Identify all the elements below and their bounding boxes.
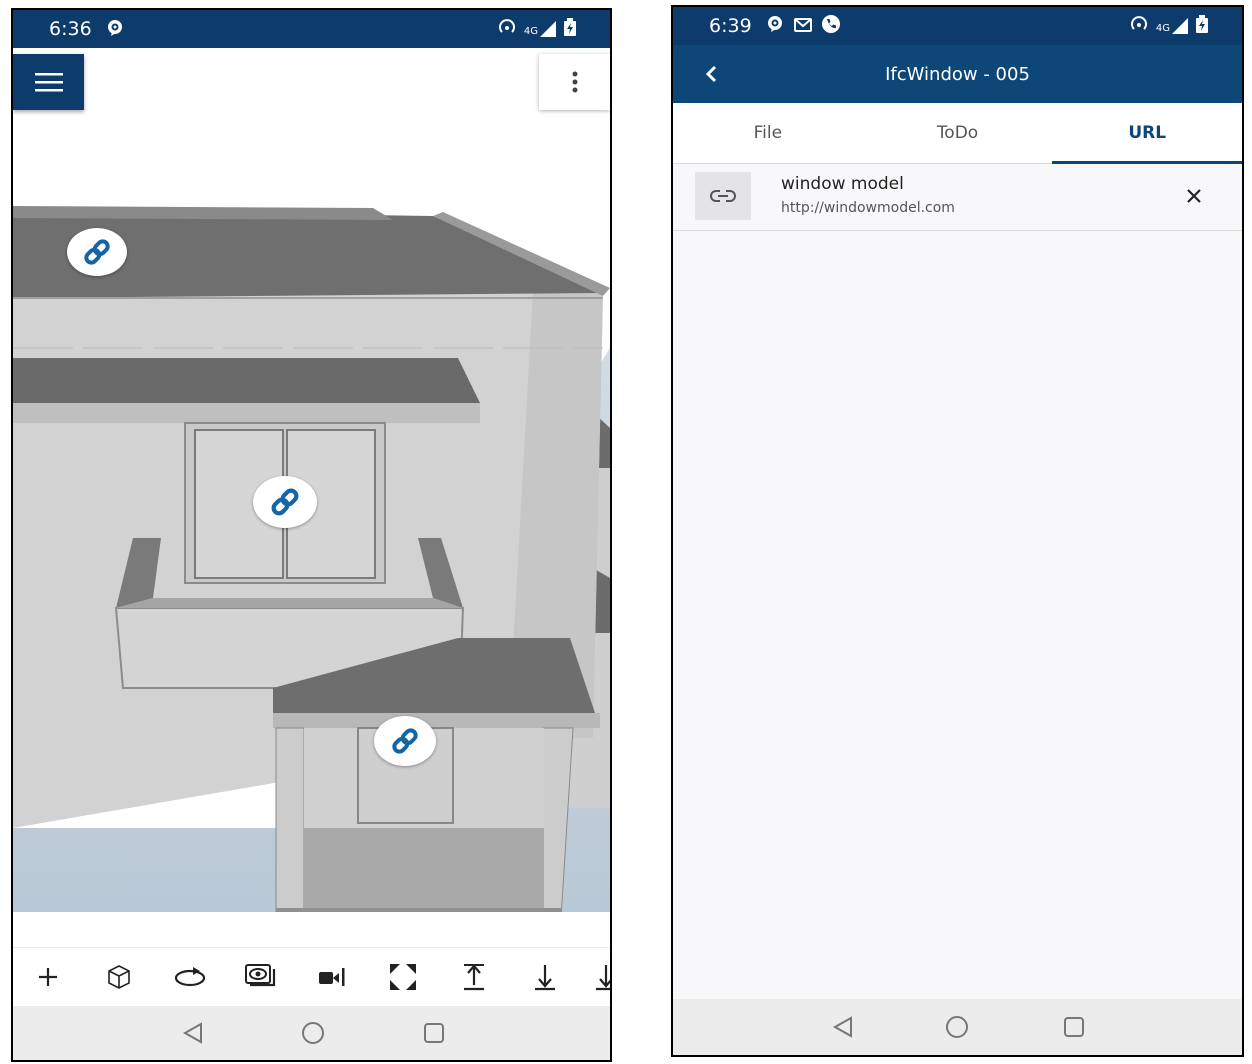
status-bar: 6:39 4G (673, 7, 1242, 45)
plus-icon (39, 968, 57, 986)
nav-home-button[interactable] (937, 999, 977, 1055)
nav-back-button[interactable] (173, 1006, 213, 1060)
remove-url-button[interactable] (1176, 178, 1212, 214)
nav-back-button[interactable] (823, 999, 863, 1055)
signal-icon: 4G (524, 21, 556, 37)
circle-home-icon (946, 1016, 968, 1038)
level-up-button[interactable] (438, 948, 509, 1006)
chevron-left-icon (705, 65, 717, 83)
list-item[interactable]: window model http://windowmodel.com (673, 164, 1242, 231)
arrow-up-bar-icon (463, 964, 484, 991)
left-phone-screen: 6:36 4G (11, 8, 612, 1062)
url-name: window model (781, 174, 904, 194)
tab-todo[interactable]: ToDo (863, 103, 1053, 163)
notification-icon (106, 19, 124, 40)
viewer-toolbar (13, 947, 610, 1006)
square-recents-icon (424, 1023, 444, 1043)
rotate-icon (174, 967, 205, 987)
link-icon (392, 728, 418, 754)
link-icon (271, 488, 299, 516)
expand-icon (389, 964, 416, 990)
status-time: 6:39 (709, 15, 752, 37)
hamburger-menu-button[interactable] (13, 54, 84, 110)
url-link-marker[interactable] (253, 476, 317, 528)
menu-icon (34, 73, 63, 92)
square-recents-icon (1064, 1017, 1084, 1037)
url-thumbnail (695, 172, 751, 220)
url-link-marker[interactable] (374, 716, 436, 766)
rotate-button[interactable] (154, 948, 225, 1006)
signal-icon: 4G (1156, 18, 1188, 34)
mail-icon (793, 17, 812, 36)
app-bar: IfcWindow - 005 (673, 45, 1242, 103)
status-bar: 6:36 4G (13, 10, 610, 48)
camera-button[interactable] (296, 948, 367, 1006)
battery-icon (564, 18, 576, 40)
triangle-back-icon (832, 1016, 852, 1038)
back-button[interactable] (691, 45, 731, 103)
more-options-button[interactable] (539, 54, 610, 110)
nav-recents-button[interactable] (1054, 999, 1094, 1055)
3d-model-viewer[interactable] (13, 48, 610, 948)
status-time: 6:36 (49, 18, 92, 40)
android-nav-bar (13, 1006, 610, 1060)
level-down-2-button[interactable] (580, 948, 610, 1006)
close-icon (1187, 189, 1201, 203)
add-button[interactable] (13, 948, 83, 1006)
circle-home-icon (302, 1022, 324, 1044)
hotspot-icon (1130, 16, 1148, 36)
fit-to-screen-button[interactable] (367, 948, 438, 1006)
url-link-marker[interactable] (67, 228, 127, 276)
video-camera-icon (318, 968, 344, 986)
notification-icon (766, 15, 784, 37)
right-phone-screen: 6:39 4G IfcWindow - 005 File ToDo URL wi… (671, 5, 1244, 1057)
tab-bar: File ToDo URL (673, 103, 1242, 164)
link-icon (84, 239, 110, 265)
battery-icon (1196, 15, 1208, 37)
link-icon (710, 190, 736, 202)
3d-view-button[interactable] (83, 948, 154, 1006)
phone-call-icon (821, 15, 840, 37)
url-address[interactable]: http://windowmodel.com (781, 200, 955, 216)
building-model[interactable] (13, 48, 610, 912)
cube-icon (107, 965, 130, 989)
page-title: IfcWindow - 005 (885, 63, 1030, 85)
eye-layers-icon (244, 964, 275, 987)
nav-home-button[interactable] (293, 1006, 333, 1060)
android-nav-bar (673, 999, 1242, 1055)
tab-url[interactable]: URL (1052, 103, 1242, 164)
more-vertical-icon (572, 71, 577, 93)
hotspot-icon (498, 19, 516, 39)
triangle-back-icon (182, 1022, 202, 1044)
arrow-down-bar-icon (534, 965, 555, 991)
visibility-button[interactable] (225, 948, 296, 1006)
level-down-button[interactable] (509, 948, 580, 1006)
tab-file[interactable]: File (673, 103, 863, 163)
nav-recents-button[interactable] (414, 1006, 454, 1060)
arrow-down-bar-icon (596, 965, 610, 991)
